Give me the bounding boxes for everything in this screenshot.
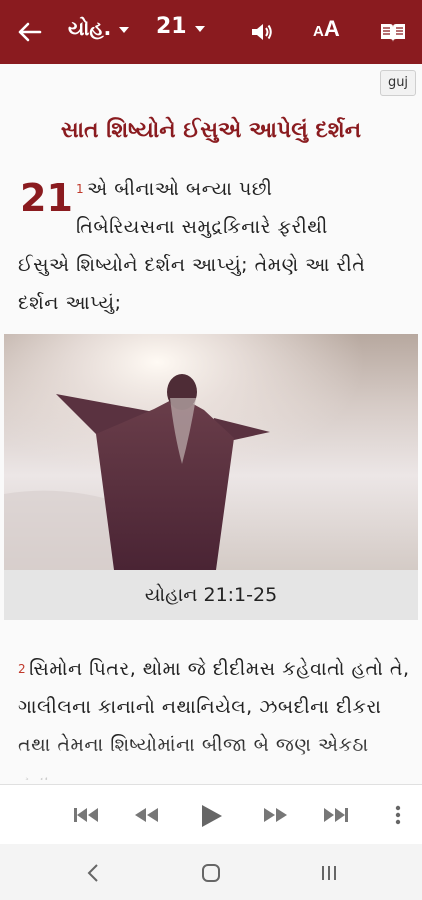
system-recents-icon[interactable] <box>318 862 340 888</box>
language-badge[interactable]: guj <box>380 70 416 96</box>
system-back-icon[interactable] <box>84 862 104 888</box>
skip-previous-icon[interactable] <box>70 801 102 829</box>
top-toolbar: યોહ. 21 AA <box>0 0 422 64</box>
verse-number: 1 <box>76 182 85 196</box>
system-home-icon[interactable] <box>200 862 222 888</box>
play-icon[interactable] <box>196 801 226 829</box>
verse-1-continued[interactable]: ઈસુએ શિષ્યોને દર્શન આપ્યું; તેમણે આ રીતે… <box>18 246 408 322</box>
chapter-label: 21 <box>156 14 187 39</box>
verse-text: એ બીનાઓ બન્યા પછી <box>87 178 273 200</box>
book-label: યોહ. <box>68 16 112 40</box>
fast-forward-icon[interactable] <box>260 801 292 829</box>
verse-1-start[interactable]: 1એ બીનાઓ બન્યા પછી તિબેરિયસના સમુદ્રકિના… <box>76 170 406 246</box>
audio-player-bar <box>0 784 422 845</box>
rewind-icon[interactable] <box>130 801 162 829</box>
chevron-down-icon <box>194 25 205 32</box>
system-nav-bar <box>0 844 422 900</box>
section-heading: સાત શિષ્યોને ઈસુએ આપેલું દર્શન <box>60 118 362 143</box>
font-size-button[interactable]: AA <box>313 16 340 42</box>
font-large-a: A <box>323 16 340 41</box>
book-selector[interactable]: યોહ. <box>68 16 130 40</box>
skip-next-icon[interactable] <box>320 801 352 829</box>
verse-number: 2 <box>18 662 27 676</box>
more-vertical-icon[interactable] <box>390 801 406 829</box>
chevron-down-icon <box>119 27 130 33</box>
book-icon[interactable] <box>378 18 408 46</box>
speaker-icon[interactable] <box>248 18 276 46</box>
chapter-number: 21 <box>20 176 73 220</box>
jesus-photo <box>4 334 418 570</box>
back-arrow-icon[interactable] <box>14 18 46 46</box>
font-small-a: A <box>313 23 324 40</box>
chapter-selector[interactable]: 21 <box>156 14 205 39</box>
text-fade <box>0 740 422 784</box>
verse-text: તિબેરિયસના સમુદ્રકિનારે ફરીથી <box>76 216 328 238</box>
image-caption: યોહાન 21:1-25 <box>4 570 418 620</box>
